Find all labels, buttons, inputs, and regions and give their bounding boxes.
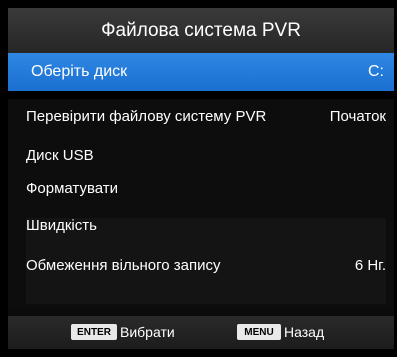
menu-item-value: 6 Нг. xyxy=(354,256,386,274)
menu-hint-label: Назад xyxy=(284,324,325,340)
menu-item-select-disk[interactable]: Оберіть диск C: xyxy=(8,53,394,91)
menu-item-format[interactable]: Форматувати xyxy=(26,173,386,203)
menu-item-value: C: xyxy=(368,63,384,80)
menu-item-usb-disk[interactable]: Диск USB xyxy=(26,140,386,170)
menu-item-label: Обмеження вільного запису xyxy=(26,256,221,274)
pvr-menu-screen: Файлова система PVR Оберіть диск C: Пере… xyxy=(0,0,397,357)
divider xyxy=(8,91,394,99)
enter-key-icon: ENTER xyxy=(71,324,117,340)
menu-key-icon: MENU xyxy=(237,324,281,340)
menu-item-label: Диск USB xyxy=(26,146,94,164)
enter-hint-label: Вибрати xyxy=(120,324,175,340)
menu-item-label: Швидкість xyxy=(26,216,97,234)
menu-item-speed[interactable]: Швидкість xyxy=(26,210,386,240)
menu-item-check-filesystem[interactable]: Перевірити файлову систему PVR Початок xyxy=(26,101,386,131)
menu-item-value: Початок xyxy=(329,107,386,125)
footer-hint-bar: ENTER Вибрати MENU Назад xyxy=(8,316,394,349)
menu-item-free-record-limit[interactable]: Обмеження вільного запису 6 Нг. xyxy=(26,250,386,280)
menu-item-label: Перевірити файлову систему PVR xyxy=(26,107,267,125)
menu-item-label: Форматувати xyxy=(26,179,119,197)
menu-item-label: Оберіть диск xyxy=(31,63,128,80)
menu-title-bar: Файлова система PVR xyxy=(8,8,394,53)
menu-title: Файлова система PVR xyxy=(101,19,301,41)
